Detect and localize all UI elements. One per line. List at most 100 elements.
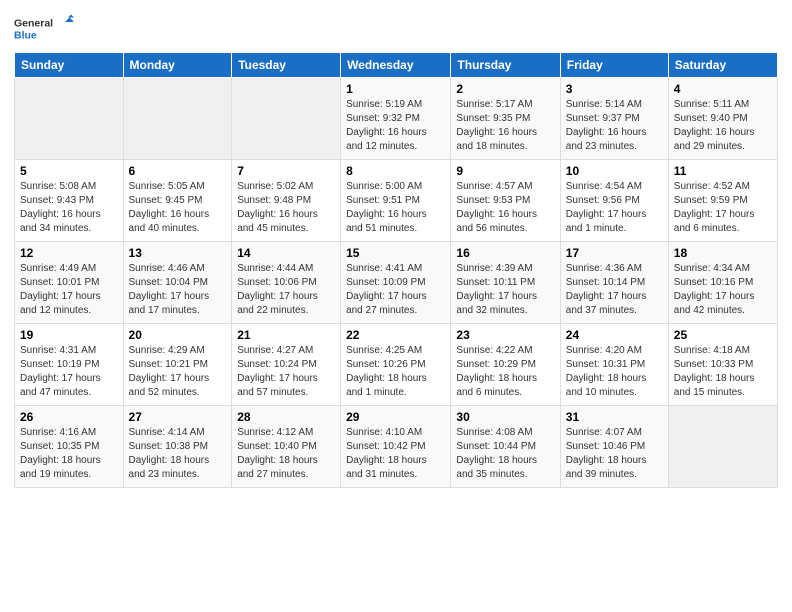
day-number: 9 xyxy=(456,164,554,178)
day-cell-7: 7 Sunrise: 5:02 AM Sunset: 9:48 PM Daylig… xyxy=(232,160,341,242)
day-info: Sunrise: 5:19 AM Sunset: 9:32 PM Dayligh… xyxy=(346,98,445,154)
day-info: Sunrise: 4:52 AM Sunset: 9:59 PM Dayligh… xyxy=(674,180,772,236)
empty-cell xyxy=(668,406,777,488)
day-info: Sunrise: 4:46 AM Sunset: 10:04 PM Daylig… xyxy=(129,262,227,318)
day-info: Sunrise: 4:36 AM Sunset: 10:14 PM Daylig… xyxy=(566,262,663,318)
day-info: Sunrise: 4:29 AM Sunset: 10:21 PM Daylig… xyxy=(129,344,227,400)
day-cell-28: 28 Sunrise: 4:12 AM Sunset: 10:40 PM Dayl… xyxy=(232,406,341,488)
day-number: 17 xyxy=(566,246,663,260)
weekday-header-tuesday: Tuesday xyxy=(232,53,341,78)
empty-cell xyxy=(123,78,232,160)
week-row-2: 12Sunrise: 4:49 AM Sunset: 10:01 PM Dayl… xyxy=(15,242,778,324)
day-cell-26: 26 Sunrise: 4:16 AM Sunset: 10:35 PM Dayl… xyxy=(15,406,124,488)
day-number: 21 xyxy=(237,328,335,342)
weekday-header-friday: Friday xyxy=(560,53,668,78)
day-info: Sunrise: 4:10 AM Sunset: 10:42 PM Daylig… xyxy=(346,426,445,482)
day-cell-1: 1 Sunrise: 5:19 AM Sunset: 9:32 PM Daylig… xyxy=(341,78,451,160)
empty-cell xyxy=(232,78,341,160)
day-number: 2 xyxy=(456,82,554,96)
day-cell-21: 21 Sunrise: 4:27 AM Sunset: 10:24 PM Dayl… xyxy=(232,324,341,406)
day-info: Sunrise: 5:00 AM Sunset: 9:51 PM Dayligh… xyxy=(346,180,445,236)
day-cell-30: 30 Sunrise: 4:08 AM Sunset: 10:44 PM Dayl… xyxy=(451,406,560,488)
day-number: 13 xyxy=(129,246,227,260)
weekday-header-wednesday: Wednesday xyxy=(341,53,451,78)
day-number: 20 xyxy=(129,328,227,342)
day-cell-14: 14 Sunrise: 4:44 AM Sunset: 10:06 PM Dayl… xyxy=(232,242,341,324)
day-info: Sunrise: 4:39 AM Sunset: 10:11 PM Daylig… xyxy=(456,262,554,318)
svg-text:Blue: Blue xyxy=(14,30,37,42)
day-number: 7 xyxy=(237,164,335,178)
day-info: Sunrise: 5:14 AM Sunset: 9:37 PM Dayligh… xyxy=(566,98,663,154)
day-number: 3 xyxy=(566,82,663,96)
day-cell-29: 29 Sunrise: 4:10 AM Sunset: 10:42 PM Dayl… xyxy=(341,406,451,488)
weekday-header-sunday: Sunday xyxy=(15,53,124,78)
day-info: Sunrise: 4:34 AM Sunset: 10:16 PM Daylig… xyxy=(674,262,772,318)
day-number: 6 xyxy=(129,164,227,178)
day-info: Sunrise: 5:08 AM Sunset: 9:43 PM Dayligh… xyxy=(20,180,118,236)
day-cell-27: 27 Sunrise: 4:14 AM Sunset: 10:38 PM Dayl… xyxy=(123,406,232,488)
day-number: 15 xyxy=(346,246,445,260)
calendar-table: SundayMondayTuesdayWednesdayThursdayFrid… xyxy=(14,52,778,488)
svg-text:General: General xyxy=(14,18,53,30)
day-cell-19: 19Sunrise: 4:31 AM Sunset: 10:19 PM Dayl… xyxy=(15,324,124,406)
day-number: 11 xyxy=(674,164,772,178)
day-number: 16 xyxy=(456,246,554,260)
day-cell-10: 10Sunrise: 4:54 AM Sunset: 9:56 PM Dayli… xyxy=(560,160,668,242)
day-number: 27 xyxy=(129,410,227,424)
day-cell-15: 15 Sunrise: 4:41 AM Sunset: 10:09 PM Dayl… xyxy=(341,242,451,324)
day-cell-23: 23Sunrise: 4:22 AM Sunset: 10:29 PM Dayl… xyxy=(451,324,560,406)
day-number: 18 xyxy=(674,246,772,260)
day-number: 29 xyxy=(346,410,445,424)
day-info: Sunrise: 4:14 AM Sunset: 10:38 PM Daylig… xyxy=(129,426,227,482)
day-number: 31 xyxy=(566,410,663,424)
page-header: General Blue xyxy=(14,10,778,46)
day-cell-16: 16 Sunrise: 4:39 AM Sunset: 10:11 PM Dayl… xyxy=(451,242,560,324)
day-cell-5: 5 Sunrise: 5:08 AM Sunset: 9:43 PM Daylig… xyxy=(15,160,124,242)
empty-cell xyxy=(15,78,124,160)
weekday-header-saturday: Saturday xyxy=(668,53,777,78)
day-info: Sunrise: 4:57 AM Sunset: 9:53 PM Dayligh… xyxy=(456,180,554,236)
logo: General Blue xyxy=(14,10,74,46)
day-number: 1 xyxy=(346,82,445,96)
day-cell-2: 2 Sunrise: 5:17 AM Sunset: 9:35 PM Daylig… xyxy=(451,78,560,160)
day-number: 14 xyxy=(237,246,335,260)
day-number: 30 xyxy=(456,410,554,424)
day-info: Sunrise: 5:05 AM Sunset: 9:45 PM Dayligh… xyxy=(129,180,227,236)
day-info: Sunrise: 4:27 AM Sunset: 10:24 PM Daylig… xyxy=(237,344,335,400)
day-info: Sunrise: 4:25 AM Sunset: 10:26 PM Daylig… xyxy=(346,344,445,400)
day-number: 28 xyxy=(237,410,335,424)
day-number: 5 xyxy=(20,164,118,178)
day-info: Sunrise: 4:54 AM Sunset: 9:56 PM Dayligh… xyxy=(566,180,663,236)
day-number: 26 xyxy=(20,410,118,424)
day-info: Sunrise: 5:02 AM Sunset: 9:48 PM Dayligh… xyxy=(237,180,335,236)
day-cell-3: 3 Sunrise: 5:14 AM Sunset: 9:37 PM Daylig… xyxy=(560,78,668,160)
day-number: 23 xyxy=(456,328,554,342)
day-number: 22 xyxy=(346,328,445,342)
day-cell-4: 4 Sunrise: 5:11 AM Sunset: 9:40 PM Daylig… xyxy=(668,78,777,160)
day-info: Sunrise: 4:08 AM Sunset: 10:44 PM Daylig… xyxy=(456,426,554,482)
day-cell-12: 12Sunrise: 4:49 AM Sunset: 10:01 PM Dayl… xyxy=(15,242,124,324)
day-cell-11: 11 Sunrise: 4:52 AM Sunset: 9:59 PM Dayli… xyxy=(668,160,777,242)
day-cell-31: 31 Sunrise: 4:07 AM Sunset: 10:46 PM Dayl… xyxy=(560,406,668,488)
day-cell-20: 20 Sunrise: 4:29 AM Sunset: 10:21 PM Dayl… xyxy=(123,324,232,406)
day-cell-22: 22 Sunrise: 4:25 AM Sunset: 10:26 PM Dayl… xyxy=(341,324,451,406)
day-info: Sunrise: 4:16 AM Sunset: 10:35 PM Daylig… xyxy=(20,426,118,482)
day-number: 12 xyxy=(20,246,118,260)
week-row-3: 19Sunrise: 4:31 AM Sunset: 10:19 PM Dayl… xyxy=(15,324,778,406)
day-info: Sunrise: 4:12 AM Sunset: 10:40 PM Daylig… xyxy=(237,426,335,482)
day-info: Sunrise: 4:41 AM Sunset: 10:09 PM Daylig… xyxy=(346,262,445,318)
day-cell-6: 6 Sunrise: 5:05 AM Sunset: 9:45 PM Daylig… xyxy=(123,160,232,242)
day-info: Sunrise: 5:17 AM Sunset: 9:35 PM Dayligh… xyxy=(456,98,554,154)
day-info: Sunrise: 4:44 AM Sunset: 10:06 PM Daylig… xyxy=(237,262,335,318)
day-info: Sunrise: 4:07 AM Sunset: 10:46 PM Daylig… xyxy=(566,426,663,482)
day-number: 19 xyxy=(20,328,118,342)
day-number: 4 xyxy=(674,82,772,96)
day-cell-9: 9 Sunrise: 4:57 AM Sunset: 9:53 PM Daylig… xyxy=(451,160,560,242)
day-cell-8: 8Sunrise: 5:00 AM Sunset: 9:51 PM Daylig… xyxy=(341,160,451,242)
day-cell-13: 13 Sunrise: 4:46 AM Sunset: 10:04 PM Dayl… xyxy=(123,242,232,324)
day-cell-24: 24Sunrise: 4:20 AM Sunset: 10:31 PM Dayl… xyxy=(560,324,668,406)
day-info: Sunrise: 5:11 AM Sunset: 9:40 PM Dayligh… xyxy=(674,98,772,154)
day-number: 24 xyxy=(566,328,663,342)
day-cell-18: 18 Sunrise: 4:34 AM Sunset: 10:16 PM Dayl… xyxy=(668,242,777,324)
day-number: 25 xyxy=(674,328,772,342)
